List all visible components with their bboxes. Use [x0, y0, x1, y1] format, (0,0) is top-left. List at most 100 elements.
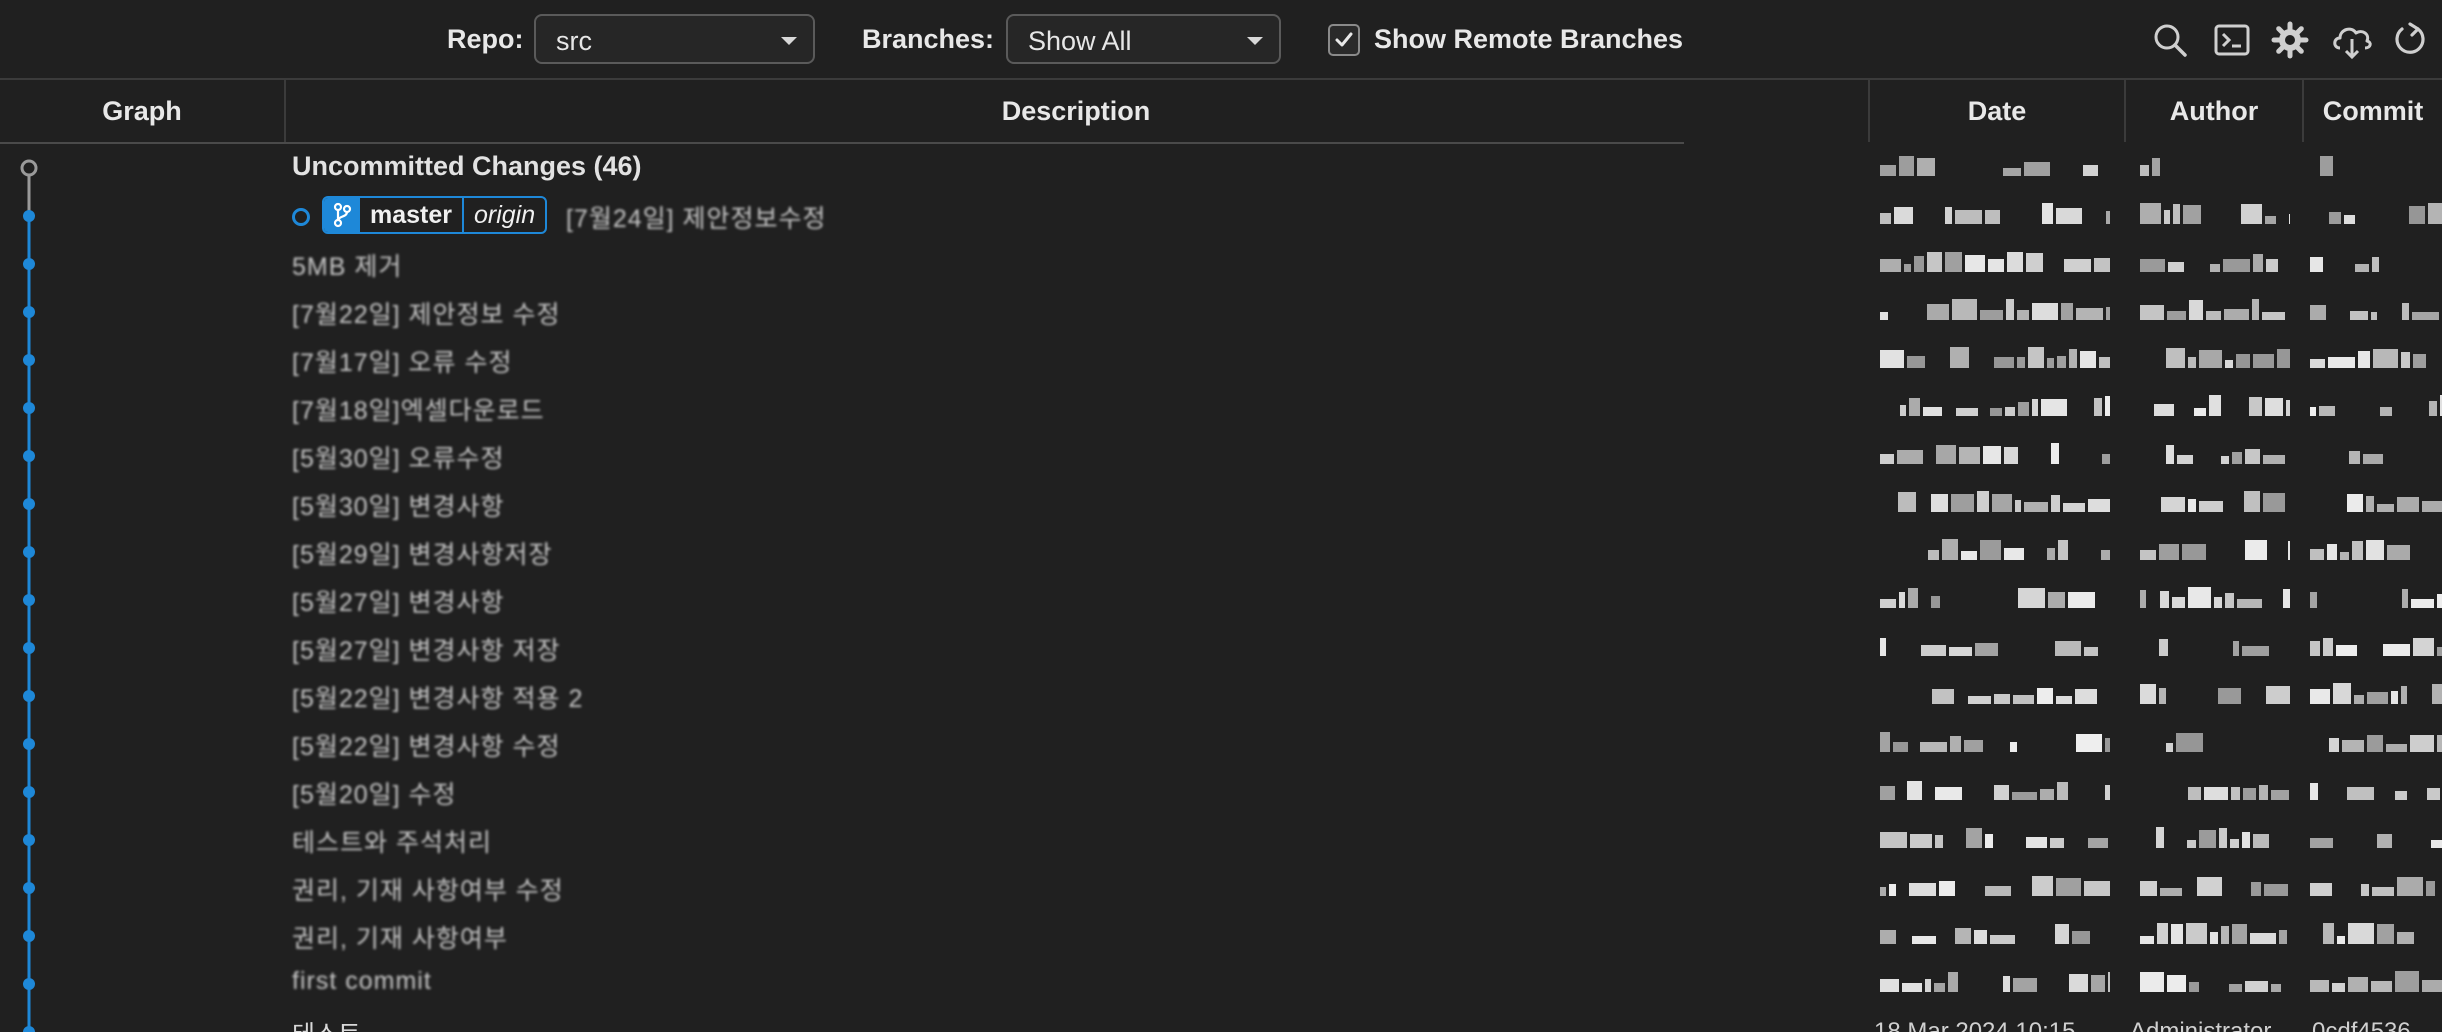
redaction-block — [2411, 599, 2434, 608]
redaction-block — [2210, 932, 2218, 944]
commit-message: [5월30일] 오류수정 — [292, 445, 505, 473]
commit-message: [5월27일] 변경사항 — [292, 589, 505, 617]
redaction-block — [1994, 694, 2010, 704]
redaction-block — [2003, 976, 2010, 992]
redaction-block — [1945, 207, 1952, 224]
redaction-block — [2040, 789, 2054, 800]
redaction-block — [2348, 923, 2374, 944]
commit-message: 테스트와 주석처리 — [292, 829, 492, 857]
search-icon[interactable] — [2150, 20, 2190, 60]
column-header-graph[interactable]: Graph — [0, 80, 284, 142]
refresh-icon[interactable] — [2390, 20, 2430, 60]
redaction-block — [1907, 356, 1925, 368]
redaction-block — [2361, 884, 2369, 896]
table-row[interactable]: 5MB 제거 — [0, 240, 2442, 288]
column-header-commit[interactable]: Commit — [2304, 80, 2442, 142]
column-header-description[interactable]: Description — [286, 80, 1866, 142]
redaction-block — [1894, 207, 1913, 224]
terminal-icon[interactable] — [2212, 20, 2252, 60]
redaction-block — [1950, 736, 1961, 752]
redaction-block — [2391, 691, 2398, 704]
redaction-block — [2006, 299, 2014, 320]
column-header-author[interactable]: Author — [2126, 80, 2302, 142]
branch-badge[interactable]: master origin — [322, 196, 548, 234]
redaction-block — [1920, 742, 1947, 752]
redaction-block — [2101, 550, 2110, 560]
redaction-block — [2377, 504, 2394, 512]
redaction-block — [2409, 206, 2425, 224]
table-row[interactable]: [7월22일] 제안정보 수정 — [0, 288, 2442, 336]
redaction-block — [2058, 540, 2068, 560]
redaction-block — [2017, 310, 2029, 320]
redaction-block — [2397, 877, 2423, 896]
redacted-date — [1880, 826, 2110, 848]
cloud-fetch-icon[interactable] — [2330, 20, 2374, 60]
redacted-author — [2140, 490, 2290, 512]
redaction-block — [2007, 252, 2023, 272]
table-row[interactable]: [5월22일] 변경사항 적용 2 — [0, 672, 2442, 720]
redaction-block — [2164, 210, 2170, 224]
redaction-block — [1899, 156, 1914, 176]
show-remote-branches-label[interactable]: Show Remote Branches — [1374, 24, 1683, 55]
table-row[interactable]: first commit — [0, 960, 2442, 1008]
redaction-block — [2266, 259, 2278, 272]
redaction-block — [2245, 540, 2267, 560]
redaction-block — [2017, 357, 2025, 368]
table-row[interactable]: master origin [7월24일] 제안정보수정 — [0, 192, 2442, 240]
redaction-block — [2199, 830, 2216, 848]
redaction-block — [2140, 684, 2156, 704]
table-row[interactable]: [5월30일] 오류수정 — [0, 432, 2442, 480]
redacted-commit — [2310, 250, 2442, 272]
branches-label: Branches: — [862, 24, 995, 54]
table-row[interactable]: [5월30일] 변경사항 — [0, 480, 2442, 528]
redaction-block — [2386, 744, 2407, 752]
redaction-block — [2397, 932, 2414, 944]
table-row[interactable]: [5월27일] 변경사항 — [0, 576, 2442, 624]
redaction-block — [1992, 494, 2012, 512]
branch-icon — [324, 198, 360, 232]
table-row[interactable]: [5월20일] 수정 — [0, 768, 2442, 816]
redaction-block — [2047, 548, 2055, 560]
redacted-author — [2140, 202, 2290, 224]
table-row[interactable]: [5월22일] 변경사항 수정 — [0, 720, 2442, 768]
redaction-block — [2328, 357, 2355, 368]
redaction-block — [2004, 548, 2024, 560]
redaction-block — [2244, 491, 2260, 512]
branches-select[interactable]: Show All — [1006, 14, 1281, 64]
redaction-block — [1952, 299, 1977, 320]
redaction-block — [1921, 645, 1946, 656]
redaction-block — [2069, 349, 2077, 368]
table-row[interactable]: [7월18일]엑셀다운로드 — [0, 384, 2442, 432]
redaction-block — [2332, 983, 2345, 992]
redacted-author — [2140, 778, 2290, 800]
show-remote-branches-checkbox[interactable] — [1328, 24, 1360, 56]
redaction-block — [2188, 357, 2196, 368]
repo-select[interactable]: src — [534, 14, 815, 64]
table-row[interactable]: 권리, 기재 사항여부 수정 — [0, 864, 2442, 912]
redaction-block — [2377, 924, 2394, 944]
redaction-block — [1880, 165, 1896, 176]
redaction-block — [2377, 834, 2392, 848]
redaction-block — [2266, 686, 2290, 704]
table-row-uncommitted[interactable]: Uncommitted Changes (46) — [0, 144, 2442, 192]
redaction-block — [2026, 837, 2047, 848]
redacted-commit — [2310, 970, 2442, 992]
redaction-block — [2012, 792, 2037, 800]
redaction-block — [2333, 683, 2351, 704]
table-row[interactable]: [5월29일] 변경사항저장 — [0, 528, 2442, 576]
table-row[interactable]: 테스트와 주석처리 — [0, 816, 2442, 864]
table-row[interactable]: [7월17일] 오류 수정 — [0, 336, 2442, 384]
redaction-block — [2401, 352, 2410, 368]
column-header-date[interactable]: Date — [1870, 80, 2124, 142]
redaction-block — [2172, 597, 2185, 608]
table-row[interactable]: 테스트 18 Mar 2024 10:15 Administrator 0cdf453… — [0, 1008, 2442, 1032]
redaction-block — [1909, 883, 1936, 896]
gear-icon[interactable] — [2270, 20, 2310, 60]
table-row[interactable]: 권리, 기재 사항여부 — [0, 912, 2442, 960]
redaction-block — [1925, 979, 1931, 992]
redaction-block — [2236, 354, 2250, 368]
redaction-block — [1949, 647, 1972, 656]
uncommitted-changes-label: Uncommitted Changes (46) — [292, 151, 642, 181]
table-row[interactable]: [5월27일] 변경사항 저장 — [0, 624, 2442, 672]
commit-message: [5월20일] 수정 — [292, 781, 457, 809]
